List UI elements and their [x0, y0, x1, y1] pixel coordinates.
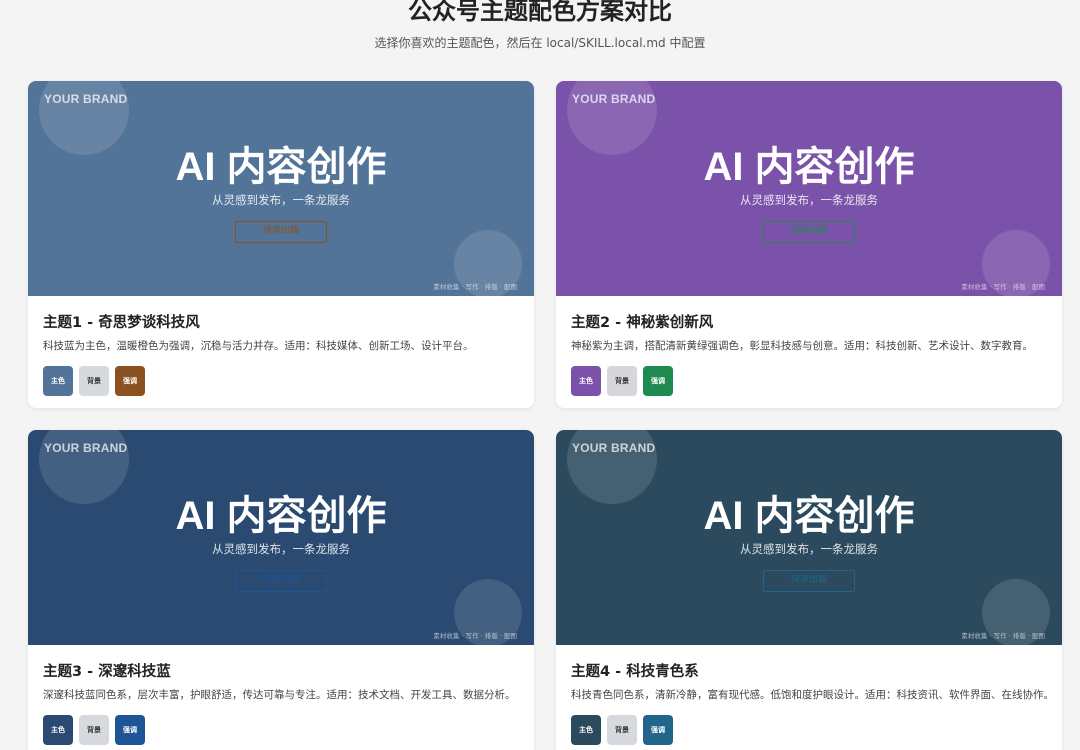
primary-color-swatch[interactable]: 主色 — [571, 366, 601, 396]
theme-preview-banner: YOUR BRAND AI 内容创作 从灵感到发布，一条龙服务 快速出稿 素材收… — [556, 430, 1062, 645]
theme-title: 主题1 - 奇思梦谈科技风 — [43, 315, 200, 331]
preview-footer-note: 素材收集 · 写作 · 排版 · 配图 — [961, 283, 1045, 291]
preview-footer-note: 素材收集 · 写作 · 排版 · 配图 — [961, 632, 1045, 640]
preview-footer-note: 素材收集 · 写作 · 排版 · 配图 — [433, 283, 517, 291]
theme-card-1[interactable]: YOUR BRAND AI 内容创作 从灵感到发布，一条龙服务 快速出稿 素材收… — [28, 81, 534, 408]
theme-description: 科技蓝为主色，温暖橙色为强调，沉稳与活力并存。适用：科技媒体、创新工场、设计平台… — [43, 340, 474, 352]
background-color-swatch[interactable]: 背景 — [607, 715, 637, 745]
theme-preview-banner: YOUR BRAND AI 内容创作 从灵感到发布，一条龙服务 快速出稿 素材收… — [28, 430, 534, 645]
preview-cta-button[interactable]: 快速出稿 — [235, 221, 327, 243]
theme-card-2[interactable]: YOUR BRAND AI 内容创作 从灵感到发布，一条龙服务 快速出稿 素材收… — [556, 81, 1062, 408]
background-color-swatch[interactable]: 背景 — [79, 715, 109, 745]
brand-label: YOUR BRAND — [572, 441, 656, 455]
theme-preview-banner: YOUR BRAND AI 内容创作 从灵感到发布，一条龙服务 快速出稿 素材收… — [28, 81, 534, 296]
color-swatches: 主色 背景 强调 — [571, 366, 1047, 396]
preview-tagline: 从灵感到发布，一条龙服务 — [212, 542, 350, 556]
preview-cta-button[interactable]: 快速出稿 — [763, 570, 855, 592]
theme-title: 主题2 - 神秘紫创新风 — [571, 315, 714, 331]
theme-description: 深邃科技蓝同色系，层次丰富，护眼舒适，传达可靠与专注。适用：技术文档、开发工具、… — [43, 689, 516, 701]
theme-preview-banner: YOUR BRAND AI 内容创作 从灵感到发布，一条龙服务 快速出稿 素材收… — [556, 81, 1062, 296]
preview-tagline: 从灵感到发布，一条龙服务 — [212, 193, 350, 207]
preview-tagline: 从灵感到发布，一条龙服务 — [740, 193, 878, 207]
preview-cta-button[interactable]: 快速出稿 — [763, 221, 855, 243]
theme-title: 主题3 - 深邃科技蓝 — [43, 664, 171, 680]
page-title: 公众号主题配色方案对比 — [408, 0, 672, 25]
preview-hero-title: AI 内容创作 — [703, 494, 915, 538]
background-color-swatch[interactable]: 背景 — [79, 366, 109, 396]
color-swatches: 主色 背景 强调 — [43, 366, 519, 396]
preview-hero-title: AI 内容创作 — [175, 145, 387, 189]
primary-color-swatch[interactable]: 主色 — [43, 366, 73, 396]
color-swatches: 主色 背景 强调 — [43, 715, 519, 745]
preview-hero-title: AI 内容创作 — [175, 494, 387, 538]
primary-color-swatch[interactable]: 主色 — [571, 715, 601, 745]
page-subtitle: 选择你喜欢的主题配色，然后在 local/SKILL.local.md 中配置 — [374, 36, 706, 50]
theme-card-4[interactable]: YOUR BRAND AI 内容创作 从灵感到发布，一条龙服务 快速出稿 素材收… — [556, 430, 1062, 750]
color-swatches: 主色 背景 强调 — [571, 715, 1047, 745]
preview-footer-note: 素材收集 · 写作 · 排版 · 配图 — [433, 632, 517, 640]
preview-cta-button[interactable]: 快速出稿 — [235, 570, 327, 592]
accent-color-swatch[interactable]: 强调 — [643, 366, 673, 396]
brand-label: YOUR BRAND — [44, 92, 128, 106]
preview-hero-title: AI 内容创作 — [703, 145, 915, 189]
brand-label: YOUR BRAND — [44, 441, 128, 455]
background-color-swatch[interactable]: 背景 — [607, 366, 637, 396]
primary-color-swatch[interactable]: 主色 — [43, 715, 73, 745]
brand-label: YOUR BRAND — [572, 92, 656, 106]
accent-color-swatch[interactable]: 强调 — [115, 366, 145, 396]
accent-color-swatch[interactable]: 强调 — [115, 715, 145, 745]
theme-title: 主题4 - 科技青色系 — [571, 664, 699, 680]
theme-grid: YOUR BRAND AI 内容创作 从灵感到发布，一条龙服务 快速出稿 素材收… — [28, 81, 1062, 750]
theme-card-3[interactable]: YOUR BRAND AI 内容创作 从灵感到发布，一条龙服务 快速出稿 素材收… — [28, 430, 534, 750]
accent-color-swatch[interactable]: 强调 — [643, 715, 673, 745]
theme-description: 神秘紫为主调，搭配清新黄绿强调色，彰显科技感与创意。适用：科技创新、艺术设计、数… — [571, 340, 1033, 352]
theme-description: 科技青色同色系，清新冷静，富有现代感。低饱和度护眼设计。适用：科技资讯、软件界面… — [571, 689, 1054, 701]
preview-tagline: 从灵感到发布，一条龙服务 — [740, 542, 878, 556]
